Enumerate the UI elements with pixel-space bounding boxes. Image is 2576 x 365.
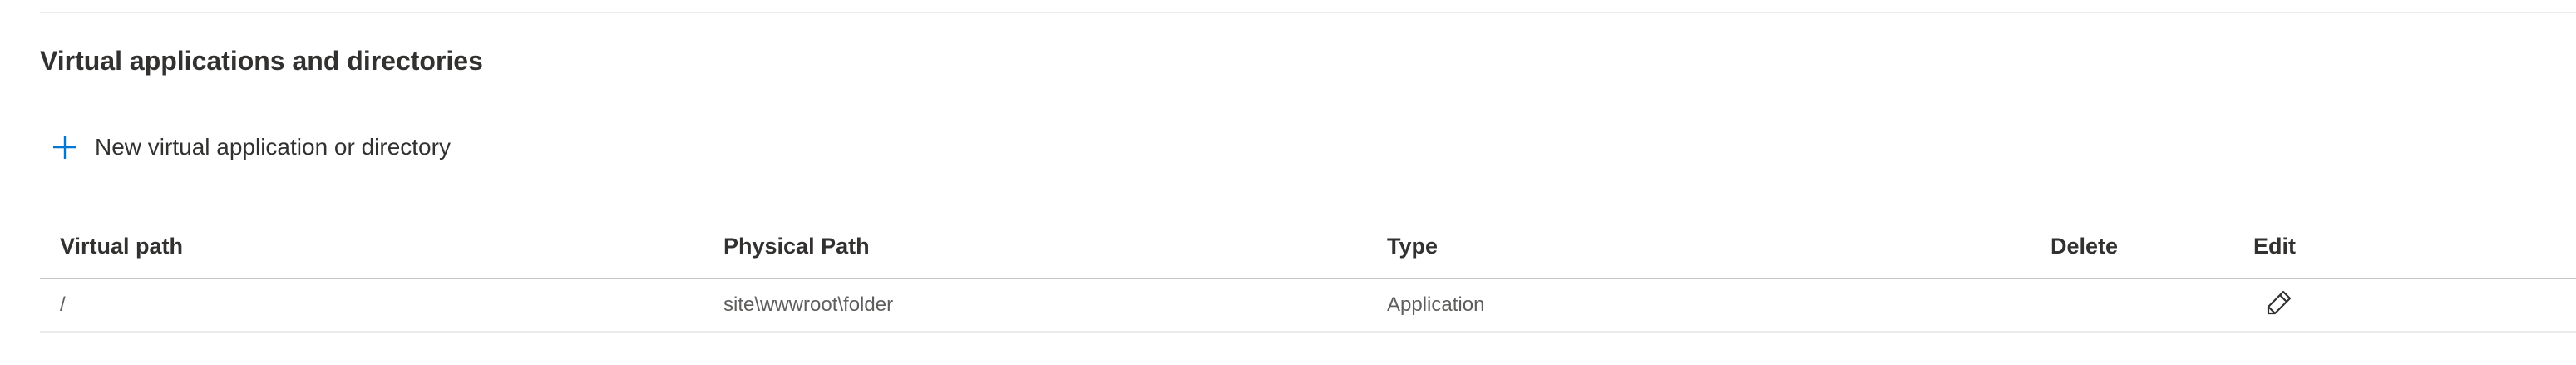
column-header-edit[interactable]: Edit bbox=[2253, 215, 2296, 278]
new-virtual-application-button[interactable]: New virtual application or directory bbox=[52, 128, 451, 166]
table-row[interactable]: / site\wwwroot\folder Application bbox=[40, 279, 2576, 333]
virtual-applications-table: Virtual path Physical Path Type Delete E… bbox=[40, 215, 2576, 333]
column-header-physical-path[interactable]: Physical Path bbox=[723, 215, 870, 278]
column-header-virtual-path[interactable]: Virtual path bbox=[60, 215, 183, 278]
pencil-icon bbox=[2265, 289, 2293, 323]
table-header-row: Virtual path Physical Path Type Delete E… bbox=[40, 215, 2576, 279]
edit-button[interactable] bbox=[2265, 279, 2293, 331]
column-header-type[interactable]: Type bbox=[1387, 215, 1438, 278]
type-cell: Application bbox=[1387, 293, 1485, 316]
column-header-delete[interactable]: Delete bbox=[2050, 215, 2118, 278]
physical-path-cell: site\wwwroot\folder bbox=[723, 293, 894, 316]
new-virtual-application-label: New virtual application or directory bbox=[95, 134, 451, 160]
virtual-path-cell: / bbox=[60, 293, 66, 316]
plus-icon bbox=[52, 134, 78, 160]
section-title: Virtual applications and directories bbox=[40, 46, 483, 76]
top-divider bbox=[40, 12, 2576, 13]
